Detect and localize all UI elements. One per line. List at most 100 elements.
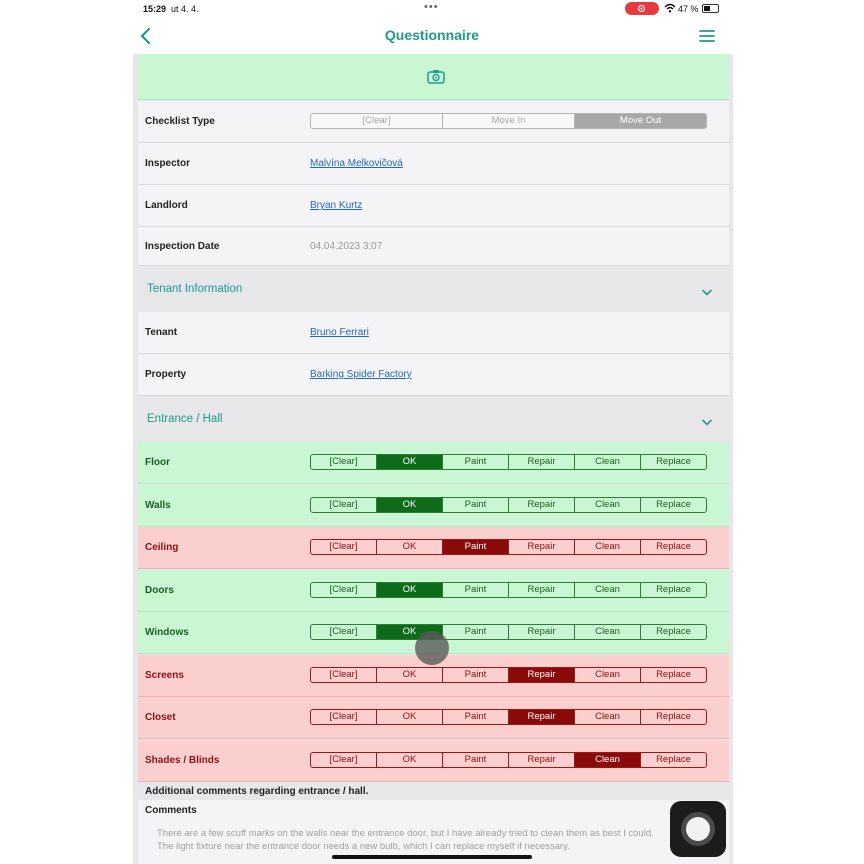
tenant-row: Tenant Bruno Ferrari: [138, 312, 729, 354]
inspection-date-value[interactable]: 04.04.2023 3:07: [310, 227, 382, 266]
condition-option-paint[interactable]: Paint: [443, 625, 509, 639]
comments-text[interactable]: There are a few scuff marks on the walls…: [157, 827, 677, 853]
checklist-item-row: Walls [Clear] OK Paint Repair Clean Replace: [138, 484, 729, 527]
condition-option-clear[interactable]: [Clear]: [311, 582, 377, 597]
condition-option-clean[interactable]: Clean: [575, 540, 641, 554]
condition-option-repair[interactable]: Repair: [509, 710, 575, 724]
condition-option-ok[interactable]: OK: [377, 752, 443, 767]
condition-option-paint[interactable]: Paint: [443, 667, 509, 682]
condition-option-clean[interactable]: Clean: [575, 752, 641, 767]
property-link[interactable]: Barking Spider Factory: [310, 354, 412, 396]
condition-option-clean[interactable]: Clean: [575, 710, 641, 724]
condition-option-clean[interactable]: Clean: [575, 497, 641, 512]
landlord-link[interactable]: Bryan Kurtz: [310, 185, 362, 227]
checklist-item-label: Doors: [145, 584, 174, 596]
condition-selector[interactable]: [Clear] OK Paint Repair Clean Replace: [310, 624, 707, 640]
checklist-item-row: Closet [Clear] OK Paint Repair Clean Replace: [138, 697, 729, 739]
condition-selector[interactable]: [Clear] OK Paint Repair Clean Replace: [310, 751, 707, 768]
condition-option-replace[interactable]: Replace: [641, 540, 706, 554]
property-row: Property Barking Spider Factory: [138, 354, 729, 396]
condition-option-paint[interactable]: Paint: [443, 752, 509, 767]
condition-selector[interactable]: [Clear] OK Paint Repair Clean Replace: [310, 496, 707, 513]
condition-option-clear[interactable]: [Clear]: [311, 752, 377, 767]
inspector-link[interactable]: Malvína Melkovičová: [310, 143, 403, 185]
condition-option-repair[interactable]: Repair: [509, 667, 575, 682]
inspector-row: Inspector Malvína Melkovičová: [138, 143, 729, 185]
checklist-type-clear[interactable]: [Clear]: [311, 114, 443, 128]
chevron-down-icon[interactable]: [701, 414, 713, 426]
condition-option-clean[interactable]: Clean: [575, 667, 641, 682]
condition-option-paint[interactable]: Paint: [443, 582, 509, 597]
checklist-type-move-out[interactable]: Move Out: [575, 114, 706, 128]
condition-option-repair[interactable]: Repair: [509, 752, 575, 767]
condition-option-replace[interactable]: Replace: [641, 710, 706, 724]
condition-selector[interactable]: [Clear] OK Paint Repair Clean Replace: [310, 581, 707, 598]
assistive-touch-button[interactable]: [670, 801, 726, 857]
condition-option-paint[interactable]: Paint: [443, 497, 509, 512]
condition-selector[interactable]: [Clear] OK Paint Repair Clean Replace: [310, 709, 707, 725]
condition-option-replace[interactable]: Replace: [641, 625, 706, 639]
tenant-link[interactable]: Bruno Ferrari: [310, 312, 369, 354]
section-title: Entrance / Hall: [147, 413, 223, 425]
condition-option-replace[interactable]: Replace: [641, 668, 706, 682]
checklist-type-move-in[interactable]: Move In: [443, 114, 575, 128]
section-title: Tenant Information: [147, 283, 243, 295]
condition-option-repair[interactable]: Repair: [509, 455, 575, 469]
condition-option-clear[interactable]: [Clear]: [311, 455, 377, 469]
condition-option-paint[interactable]: Paint: [443, 710, 509, 724]
condition-option-replace[interactable]: Replace: [641, 583, 706, 597]
screen-recording-icon[interactable]: [625, 2, 659, 15]
condition-option-clear[interactable]: [Clear]: [311, 625, 377, 639]
condition-option-ok[interactable]: OK: [377, 455, 443, 469]
checklist-item-label: Floor: [145, 457, 170, 468]
home-indicator[interactable]: [332, 855, 532, 859]
condition-option-clean[interactable]: Clean: [575, 625, 641, 639]
condition-option-replace[interactable]: Replace: [641, 498, 706, 512]
condition-option-repair[interactable]: Repair: [509, 625, 575, 639]
condition-option-clean[interactable]: Clean: [575, 582, 641, 597]
status-time: 15:29 ut 4. 4.: [143, 4, 199, 14]
hamburger-menu-icon[interactable]: [698, 28, 716, 44]
checklist-item-label: Closet: [145, 712, 176, 723]
condition-option-ok[interactable]: OK: [377, 582, 443, 597]
condition-option-clear[interactable]: [Clear]: [311, 667, 377, 682]
condition-option-replace[interactable]: Replace: [641, 753, 706, 767]
condition-option-clear[interactable]: [Clear]: [311, 710, 377, 724]
camera-icon[interactable]: [427, 69, 445, 84]
condition-option-repair[interactable]: Repair: [509, 497, 575, 512]
condition-option-ok[interactable]: OK: [377, 540, 443, 554]
comments-line: There are a few scuff marks on the walls…: [157, 828, 654, 839]
questionnaire-form: Checklist Type [Clear] Move In Move Out …: [133, 54, 733, 864]
comments-label: Comments: [145, 805, 197, 816]
comments-heading: Additional comments regarding entrance /…: [138, 784, 729, 800]
condition-option-ok[interactable]: OK: [377, 667, 443, 682]
tenant-section-header[interactable]: Tenant Information: [138, 266, 729, 312]
condition-option-ok[interactable]: OK: [377, 710, 443, 724]
entrance-section-header[interactable]: Entrance / Hall: [138, 396, 729, 442]
checklist-item-label: Ceiling: [145, 542, 179, 553]
condition-option-paint[interactable]: Paint: [443, 540, 509, 554]
checklist-item-label: Shades / Blinds: [145, 754, 220, 766]
multitasking-dots[interactable]: •••: [424, 1, 439, 13]
checklist-item-label: Windows: [145, 627, 189, 638]
condition-option-clear[interactable]: [Clear]: [311, 497, 377, 512]
condition-selector[interactable]: [Clear] OK Paint Repair Clean Replace: [310, 666, 707, 683]
wifi-icon: [664, 3, 676, 16]
navigation-bar: Questionnaire: [0, 18, 864, 54]
chevron-down-icon[interactable]: [701, 284, 713, 296]
checklist-item-label: Walls: [145, 499, 171, 511]
photo-capture-band[interactable]: [138, 54, 729, 100]
condition-option-clear[interactable]: [Clear]: [311, 540, 377, 554]
condition-option-ok[interactable]: OK: [377, 497, 443, 512]
landlord-row: Landlord Bryan Kurtz: [138, 185, 729, 227]
condition-option-clean[interactable]: Clean: [575, 455, 641, 469]
field-label: Inspector: [145, 158, 191, 169]
condition-option-repair[interactable]: Repair: [509, 582, 575, 597]
condition-option-paint[interactable]: Paint: [443, 455, 509, 469]
checklist-type-selector[interactable]: [Clear] Move In Move Out: [310, 113, 707, 129]
touch-indicator: [415, 631, 449, 665]
condition-option-repair[interactable]: Repair: [509, 540, 575, 554]
condition-option-replace[interactable]: Replace: [641, 455, 706, 469]
condition-selector[interactable]: [Clear] OK Paint Repair Clean Replace: [310, 454, 707, 470]
condition-selector[interactable]: [Clear] OK Paint Repair Clean Replace: [310, 539, 707, 555]
